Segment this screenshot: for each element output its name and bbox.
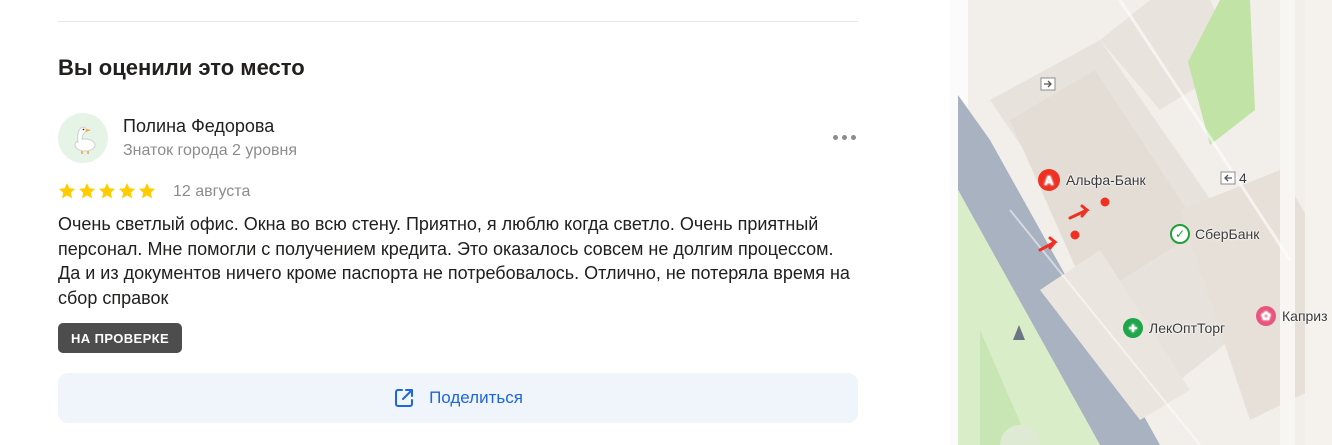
divider [58,21,858,22]
pharmacy-icon: + [1123,318,1143,338]
star-icon [138,183,156,199]
star-icon [98,183,116,199]
entrance-number: 4 [1239,170,1247,186]
share-label: Поделиться [429,388,523,407]
author-level: Знаток города 2 уровня [123,142,298,159]
rating-stars [58,182,156,200]
author-name[interactable]: Полина Федорова [123,116,274,137]
review-panel: Вы оценили это место Полина Федорова Зна… [0,0,950,445]
external-link-icon [395,389,414,407]
avatar[interactable] [58,113,108,163]
flower-icon: ✿ [1256,306,1276,326]
poi-sberbank[interactable]: ✓ СберБанк [1170,224,1259,244]
entrance-icon [1040,77,1056,91]
poi-lekopttorg[interactable]: + ЛекОптТорг [1123,318,1225,338]
more-horizontal-icon [832,134,838,140]
more-options-button[interactable] [829,127,859,147]
section-title: Вы оценили это место [58,55,305,80]
review-text: Очень светлый офис. Окна во всю стену. П… [58,214,850,308]
map-canvas[interactable] [950,0,1332,445]
review-date: 12 августа [173,183,251,200]
star-icon [118,183,136,199]
star-icon [78,183,96,199]
status-badge: НА ПРОВЕРКЕ [58,323,183,353]
poi-kapriz[interactable]: ✿ Каприз [1256,306,1328,326]
entrance-icon [1220,171,1236,185]
poi-alfa-bank[interactable]: А Альфа-Банк [1038,169,1146,191]
map-view[interactable]: А Альфа-Банк 4 ✓ СберБанк + ЛекОптТорг ✿… [950,0,1332,445]
sberbank-icon: ✓ [1170,224,1190,244]
share-button[interactable]: Поделиться [58,373,858,423]
star-icon [58,183,76,199]
alfa-bank-icon: А [1038,169,1060,191]
goose-avatar-icon [74,126,96,154]
